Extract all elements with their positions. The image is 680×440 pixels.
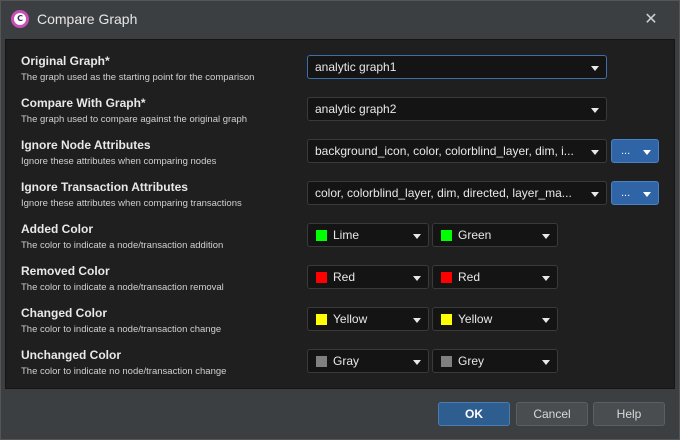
ignore-transaction-attributes-description: Ignore these attributes when comparing t… [21, 198, 242, 209]
unchanged-color-preset-value: Gray [333, 354, 360, 368]
added-color-row: Added Color The color to indicate a node… [6, 210, 676, 252]
added-color-description: The color to indicate a node/transaction… [21, 240, 224, 251]
unchanged-color-row: Unchanged Color The color to indicate no… [6, 336, 676, 378]
color-swatch [441, 230, 452, 241]
compare-with-graph-label: Compare With Graph* [21, 96, 146, 110]
original-graph-description: The graph used as the starting point for… [21, 72, 255, 83]
removed-color-value: Red [458, 270, 481, 284]
changed-color-value-select[interactable]: Yellow [432, 307, 558, 331]
added-color-value: Green [458, 228, 492, 242]
cancel-button[interactable]: Cancel [516, 402, 588, 426]
ignore-transaction-attributes-value: color, colorblind_layer, dim, directed, … [315, 186, 572, 200]
chevron-down-icon [413, 276, 421, 281]
chevron-down-icon [542, 318, 550, 323]
color-swatch [441, 272, 452, 283]
chevron-down-icon [643, 150, 651, 155]
ignore-transaction-attributes-select[interactable]: color, colorblind_layer, dim, directed, … [307, 181, 607, 205]
unchanged-color-preset-select[interactable]: Gray [307, 349, 429, 373]
removed-color-row: Removed Color The color to indicate a no… [6, 252, 676, 294]
unchanged-color-label: Unchanged Color [21, 348, 122, 362]
compare-with-graph-row: Compare With Graph* The graph used to co… [6, 84, 676, 126]
original-graph-label: Original Graph* [21, 54, 110, 68]
original-graph-value: analytic graph1 [315, 60, 397, 74]
chevron-down-icon [413, 234, 421, 239]
added-color-value-select[interactable]: Green [432, 223, 558, 247]
removed-color-preset-select[interactable]: Red [307, 265, 429, 289]
ignore-node-attributes-value: background_icon, color, colorblind_layer… [315, 144, 574, 158]
compare-with-graph-value: analytic graph2 [315, 102, 397, 116]
compare-with-graph-description: The graph used to compare against the or… [21, 114, 248, 125]
unchanged-color-description: The color to indicate no node/transactio… [21, 366, 227, 377]
chevron-down-icon [542, 234, 550, 239]
compare-with-graph-select[interactable]: analytic graph2 [307, 97, 607, 121]
changed-color-label: Changed Color [21, 306, 107, 320]
removed-color-value-select[interactable]: Red [432, 265, 558, 289]
removed-color-preset-value: Red [333, 270, 356, 284]
changed-color-row: Changed Color The color to indicate a no… [6, 294, 676, 336]
ignore-node-attributes-label: Ignore Node Attributes [21, 138, 151, 152]
removed-color-label: Removed Color [21, 264, 110, 278]
chevron-down-icon [542, 276, 550, 281]
color-swatch [316, 314, 327, 325]
color-swatch [441, 356, 452, 367]
ellipsis-label: ... [621, 145, 631, 157]
color-swatch [316, 356, 327, 367]
original-graph-row: Original Graph* The graph used as the st… [6, 42, 676, 84]
app-icon-glyph: C [14, 13, 26, 25]
ignore-node-attributes-row: Ignore Node Attributes Ignore these attr… [6, 126, 676, 168]
ignore-node-attributes-options-button[interactable]: ... [611, 139, 659, 163]
chevron-down-icon [643, 192, 651, 197]
changed-color-preset-value: Yellow [333, 312, 368, 326]
chevron-down-icon [591, 150, 599, 155]
chevron-down-icon [413, 318, 421, 323]
color-swatch [316, 272, 327, 283]
chevron-down-icon [591, 192, 599, 197]
unchanged-color-value: Grey [458, 354, 485, 368]
chevron-down-icon [542, 360, 550, 365]
close-icon[interactable]: ✕ [641, 9, 661, 29]
chevron-down-icon [591, 66, 599, 71]
added-color-preset-select[interactable]: Lime [307, 223, 429, 247]
changed-color-value: Yellow [458, 312, 493, 326]
original-graph-select[interactable]: analytic graph1 [307, 55, 607, 79]
ignore-node-attributes-description: Ignore these attributes when comparing n… [21, 156, 217, 167]
added-color-label: Added Color [21, 222, 93, 236]
ignore-node-attributes-select[interactable]: background_icon, color, colorblind_layer… [307, 139, 607, 163]
chevron-down-icon [413, 360, 421, 365]
ellipsis-label: ... [621, 187, 631, 199]
compare-graph-dialog: C Compare Graph ✕ Original Graph* The gr… [0, 0, 680, 440]
unchanged-color-value-select[interactable]: Grey [432, 349, 558, 373]
ignore-transaction-attributes-row: Ignore Transaction Attributes Ignore the… [6, 168, 676, 210]
changed-color-description: The color to indicate a node/transaction… [21, 324, 222, 335]
added-color-preset-value: Lime [333, 228, 360, 242]
removed-color-description: The color to indicate a node/transaction… [21, 282, 224, 293]
color-swatch [316, 230, 327, 241]
changed-color-preset-select[interactable]: Yellow [307, 307, 429, 331]
chevron-down-icon [591, 108, 599, 113]
title-bar: C Compare Graph ✕ [1, 1, 679, 37]
ignore-transaction-attributes-label: Ignore Transaction Attributes [21, 180, 188, 194]
constellation-app-icon: C [11, 10, 29, 28]
help-button[interactable]: Help [593, 402, 665, 426]
color-swatch [441, 314, 452, 325]
form-panel: Original Graph* The graph used as the st… [5, 39, 675, 389]
window-title: Compare Graph [37, 11, 138, 27]
ignore-transaction-attributes-options-button[interactable]: ... [611, 181, 659, 205]
ok-button[interactable]: OK [438, 402, 510, 426]
